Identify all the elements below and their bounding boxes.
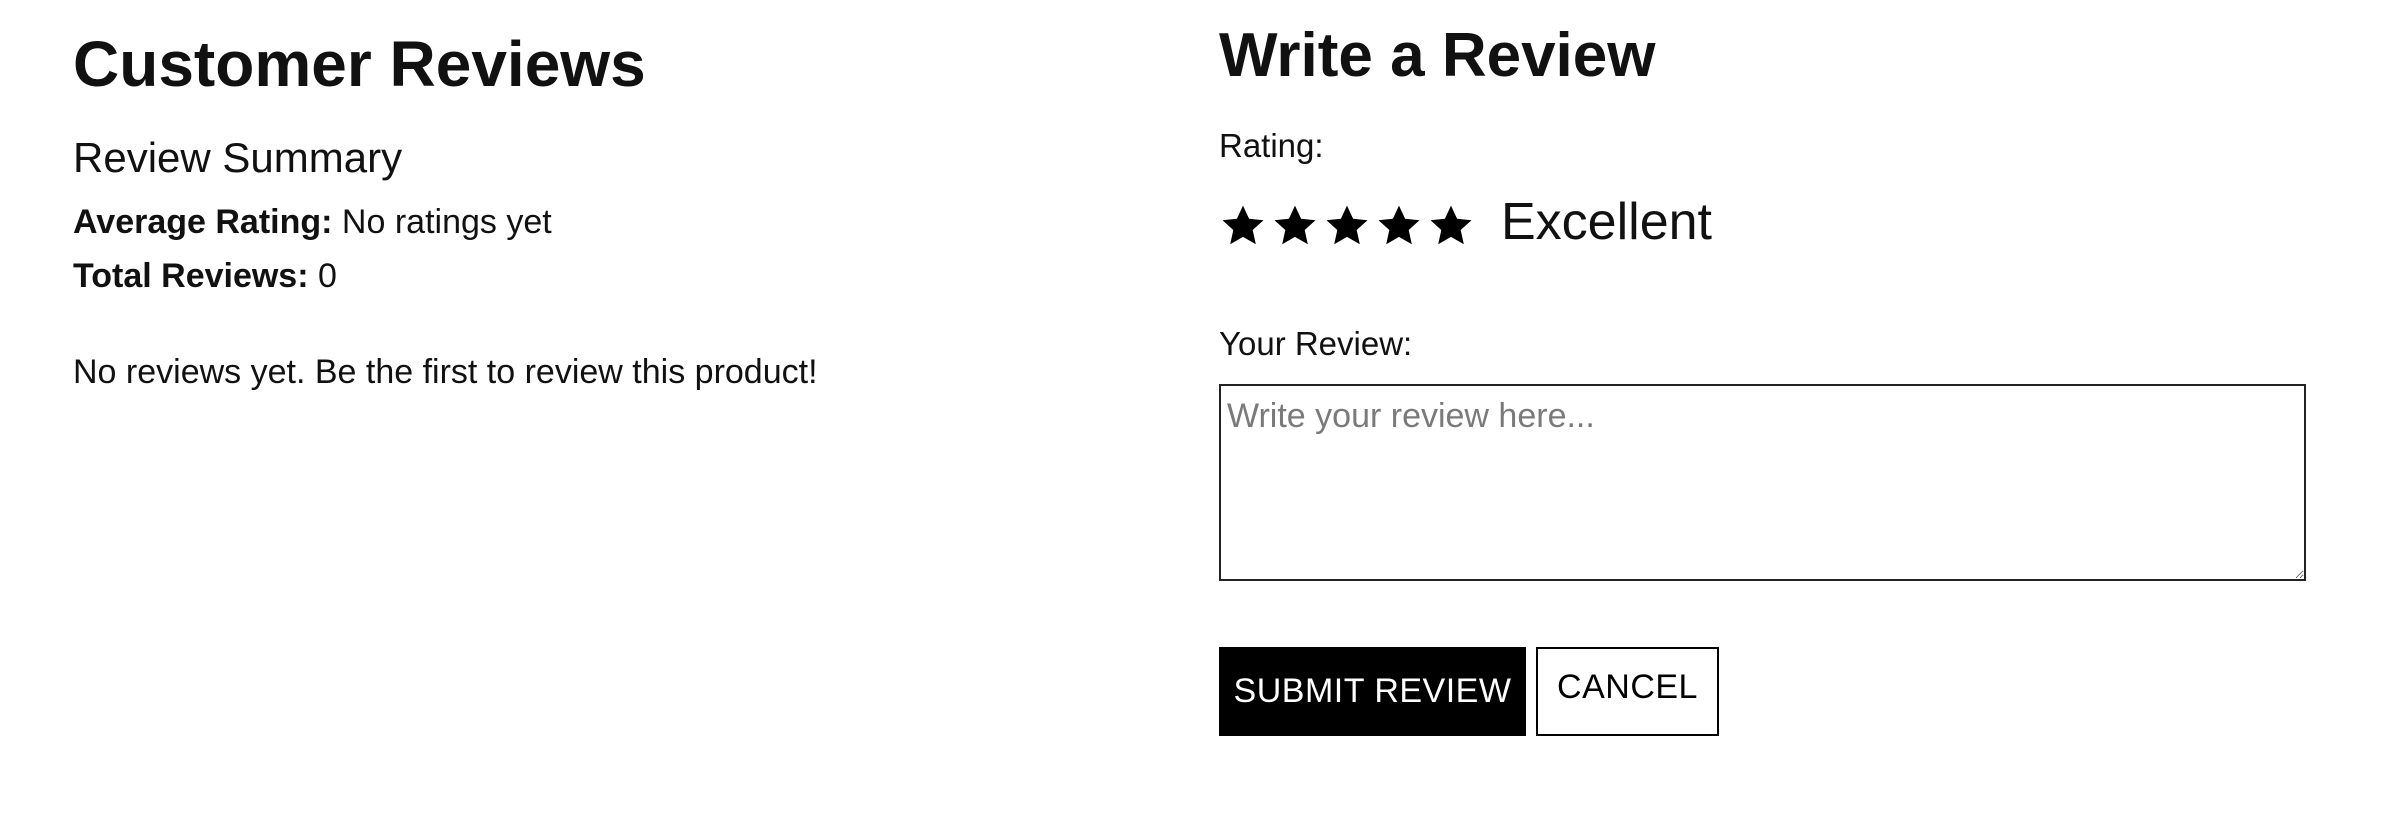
total-reviews-label: Total Reviews: (73, 257, 309, 295)
star-icon[interactable] (1271, 202, 1319, 250)
average-rating-label: Average Rating: (73, 203, 333, 241)
star-icon[interactable] (1375, 202, 1423, 250)
star-icon[interactable] (1219, 202, 1267, 250)
total-reviews-row: Total Reviews: 0 (73, 254, 337, 298)
star-icon[interactable] (1323, 202, 1371, 250)
total-reviews-value: 0 (318, 257, 337, 295)
star-icon[interactable] (1427, 202, 1475, 250)
review-label: Your Review: (1219, 325, 1413, 362)
star-rating-input[interactable] (1219, 196, 1479, 256)
review-summary-heading: Review Summary (73, 134, 403, 181)
rating-label: Rating: (1219, 127, 1324, 164)
write-review-heading: Write a Review (1219, 21, 1656, 90)
customer-reviews-heading: Customer Reviews (73, 28, 646, 100)
review-textarea[interactable] (1219, 384, 2306, 581)
empty-reviews-message: No reviews yet. Be the first to review t… (73, 353, 818, 391)
submit-review-button[interactable]: SUBMIT REVIEW (1219, 647, 1526, 736)
average-rating-row: Average Rating: No ratings yet (73, 200, 552, 244)
average-rating-value: No ratings yet (341, 203, 552, 241)
cancel-button[interactable]: CANCEL (1536, 647, 1719, 736)
rating-text: Excellent (1501, 193, 1712, 251)
